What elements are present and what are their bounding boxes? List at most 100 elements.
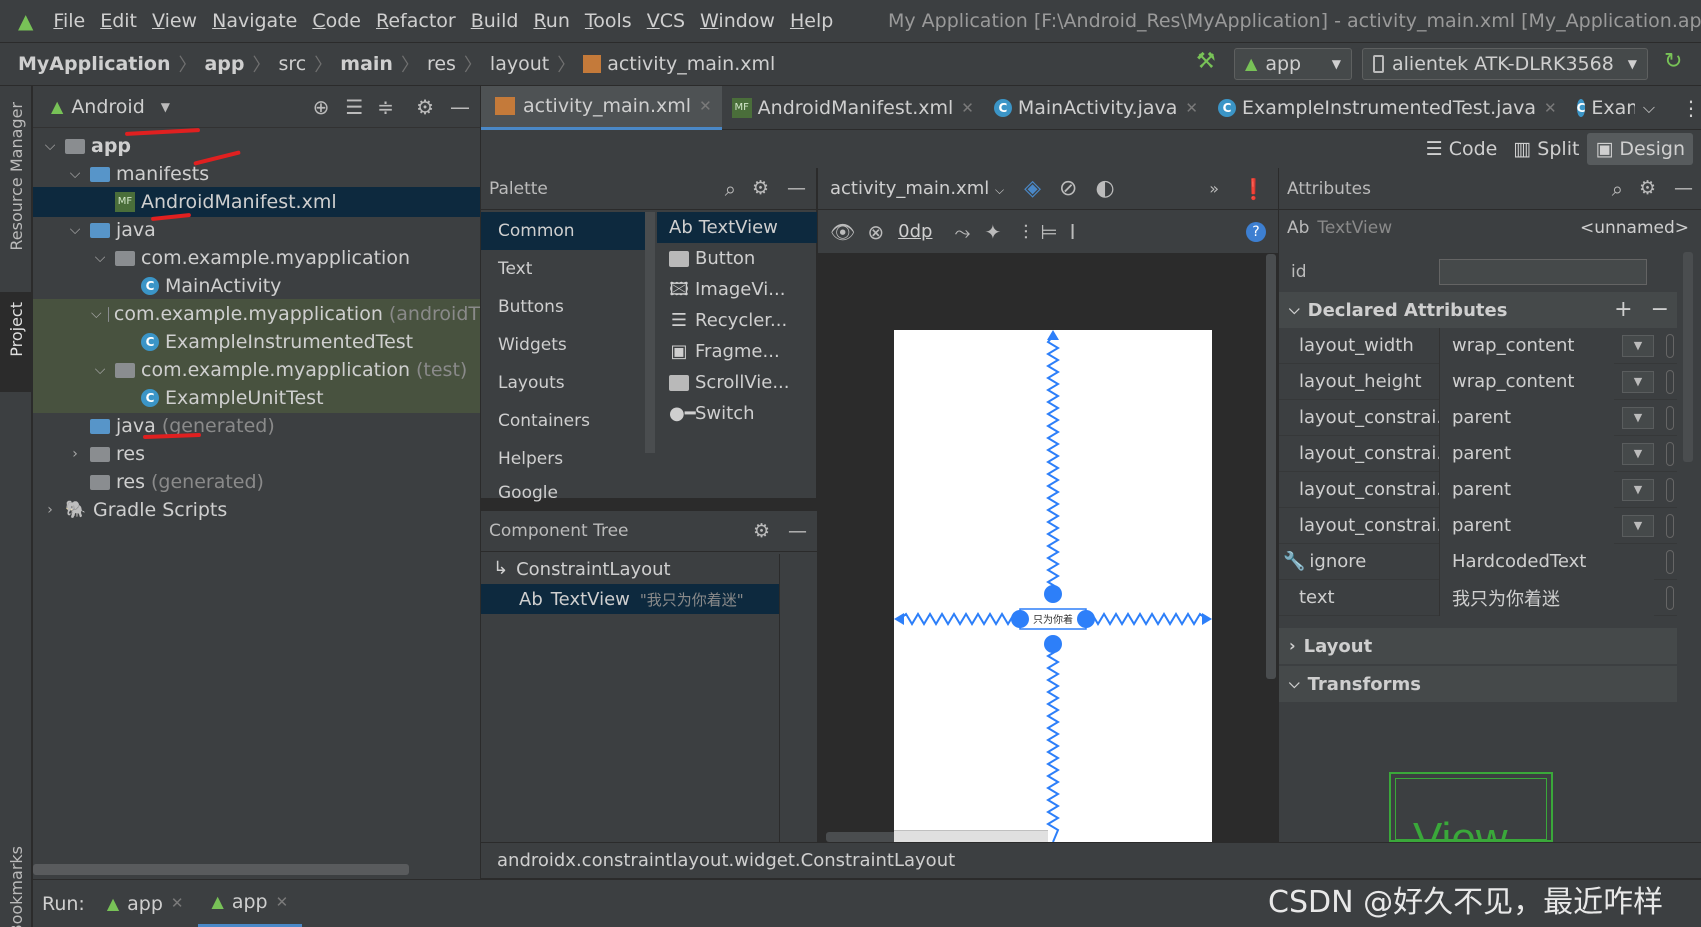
add-icon[interactable]: + [1614, 299, 1632, 321]
tree-item-exampleinstrumentedtest[interactable]: C ExampleInstrumentedTest [33, 327, 480, 357]
attribute-value[interactable]: parent [1439, 507, 1614, 544]
guidelines-icon[interactable]: ⫶ [1023, 222, 1028, 242]
align-icon[interactable]: ⊨ [1040, 222, 1057, 242]
attribute-value[interactable]: HardcodedText [1439, 543, 1654, 580]
top-anchor-handle[interactable] [1044, 585, 1062, 603]
component-tree-textview[interactable]: Ab TextView "我只为你着迷" [481, 584, 780, 614]
tree-item-package-androidtest[interactable]: ⌵ com.example.myapplication (androidT [33, 299, 480, 329]
palette-item-switch[interactable]: ●━ Switch [657, 398, 817, 429]
close-icon[interactable]: ✕ [171, 896, 184, 911]
attribute-row-ignore[interactable]: 🔧 ignore HardcodedText [1279, 543, 1677, 580]
overflow-icon[interactable]: » [1209, 180, 1219, 197]
palette-item-imageview[interactable]: 🖾 ImageVi... [657, 274, 817, 305]
tree-item-exampleunittest[interactable]: C ExampleUnitTest [33, 383, 480, 413]
horizontal-scrollbar[interactable] [33, 864, 409, 875]
tree-item-java[interactable]: ⌵ java [33, 215, 480, 245]
chevron-down-icon[interactable]: ▼ [161, 101, 170, 113]
menu-vcs[interactable]: VCS [647, 10, 685, 32]
menu-edit[interactable]: Edit [100, 10, 137, 32]
code-mode-button[interactable]: ☰ Code [1418, 133, 1506, 165]
clear-constraints-icon[interactable]: ⤳ [954, 222, 970, 242]
tree-item-package-main[interactable]: ⌵ com.example.myapplication [33, 243, 480, 273]
menu-navigate[interactable]: Navigate [212, 10, 297, 32]
run-tab-app-2[interactable]: ▲ app ✕ [197, 881, 303, 927]
tab-exampleinstrumentedtest[interactable]: C ExampleInstrumentedTest.java ✕ [1208, 86, 1567, 130]
device-preview[interactable]: 只为你着 [894, 330, 1212, 842]
palette-category-containers[interactable]: Containers [481, 402, 647, 440]
close-icon[interactable]: ✕ [961, 99, 974, 117]
attribute-row-constraint-1[interactable]: layout_constrai... parent ▼ [1279, 399, 1677, 436]
search-icon[interactable]: ⌕ [1612, 179, 1623, 199]
layout-section[interactable]: › Layout [1279, 628, 1677, 664]
layers-icon[interactable]: ◈ [1024, 177, 1041, 200]
menu-refactor[interactable]: Refactor [376, 10, 456, 32]
orientation-icon[interactable]: ⊘ [1059, 177, 1077, 200]
search-icon[interactable]: ⌕ [725, 179, 736, 199]
palette-item-fragment[interactable]: ▣ Fragme... [657, 336, 817, 367]
canvas-vertical-scrollbar[interactable] [1266, 254, 1276, 679]
tab-androidmanifest[interactable]: MF AndroidManifest.xml ✕ [722, 86, 984, 130]
palette-category-widgets[interactable]: Widgets [481, 326, 647, 364]
menu-view[interactable]: View [152, 10, 197, 32]
project-view-mode[interactable]: Android [71, 96, 144, 118]
design-mode-button[interactable]: ▣ Design [1587, 133, 1693, 165]
gear-icon[interactable]: ⚙ [416, 97, 434, 117]
split-mode-button[interactable]: ▥ Split [1505, 133, 1587, 165]
close-icon[interactable]: ✕ [699, 97, 712, 115]
palette-item-recyclerview[interactable]: ☰ Recycler... [657, 305, 817, 336]
palette-item-button[interactable]: Button [657, 243, 817, 274]
component-path-text[interactable]: androidx.constraintlayout.widget.Constra… [497, 850, 955, 871]
tree-item-package-test[interactable]: ⌵ com.example.myapplication (test) [33, 355, 480, 385]
tab-activity-main[interactable]: activity_main.xml ✕ [481, 85, 722, 130]
palette-item-scrollview[interactable]: ScrollVie... [657, 367, 817, 398]
attribute-row-text[interactable]: text 我只为你着迷 [1279, 579, 1677, 616]
crumb-module[interactable]: app [204, 53, 244, 75]
palette-category-google[interactable]: Google [481, 478, 647, 508]
menu-build[interactable]: Build [471, 10, 519, 32]
chevron-down-icon[interactable]: ▼ [1622, 370, 1654, 393]
resource-picker-icon[interactable] [1666, 513, 1674, 538]
menu-window[interactable]: Window [700, 10, 775, 32]
gear-icon[interactable]: ⚙ [1639, 179, 1656, 198]
chevron-down-icon[interactable]: ▼ [1622, 478, 1654, 501]
hide-icon[interactable]: — [450, 97, 470, 117]
palette-divider-scrollbar[interactable] [645, 212, 655, 453]
tree-item-java-generated[interactable]: java (generated) [33, 411, 480, 441]
crumb-main[interactable]: main [340, 53, 393, 75]
resource-picker-icon[interactable] [1666, 369, 1674, 394]
attribute-value[interactable]: wrap_content [1439, 327, 1614, 364]
tree-item-res-generated[interactable]: res (generated) [33, 467, 480, 497]
attribute-row-constraint-4[interactable]: layout_constrai... parent ▼ [1279, 507, 1677, 544]
chevron-down-icon[interactable]: ▼ [1622, 442, 1654, 465]
chevron-down-icon[interactable]: ⌵ [66, 166, 84, 182]
bookmarks-tab[interactable]: Bookmarks [7, 846, 26, 927]
transforms-section[interactable]: ⌵ Transforms [1279, 666, 1677, 702]
attribute-row-layout-height[interactable]: layout_height wrap_content ▼ [1279, 363, 1677, 400]
resource-picker-icon[interactable] [1666, 477, 1674, 502]
attribute-id-input[interactable] [1439, 259, 1647, 285]
palette-category-text[interactable]: Text [481, 250, 647, 288]
menu-code[interactable]: Code [312, 10, 361, 32]
resource-picker-icon[interactable] [1666, 441, 1674, 466]
chevron-down-icon[interactable]: ▼ [1622, 334, 1654, 357]
attribute-row-constraint-3[interactable]: layout_constrai... parent ▼ [1279, 471, 1677, 508]
magic-wand-icon[interactable]: ✦ [984, 222, 1001, 242]
locate-icon[interactable]: ⊕ [313, 97, 330, 117]
palette-category-layouts[interactable]: Layouts [481, 364, 647, 402]
chevron-down-icon[interactable]: ⌵ [1643, 99, 1655, 116]
hide-icon[interactable]: — [1674, 179, 1693, 198]
palette-category-helpers[interactable]: Helpers [481, 440, 647, 478]
tree-item-app[interactable]: ⌵ app [33, 131, 480, 161]
attribute-value[interactable]: parent [1439, 435, 1614, 472]
project-tab[interactable]: Project [0, 292, 32, 392]
tree-item-mainactivity[interactable]: C MainActivity [33, 271, 480, 301]
palette-item-textview[interactable]: Ab TextView [657, 212, 817, 243]
run-tab-app-1[interactable]: ▲ app ✕ [93, 881, 198, 927]
build-hammer-icon[interactable]: ⚒ [1196, 51, 1216, 73]
hide-icon[interactable]: — [787, 179, 806, 198]
chevron-down-icon[interactable]: ▼ [1622, 406, 1654, 429]
chevron-down-icon[interactable]: ⌵ [91, 306, 102, 322]
chevron-right-icon[interactable]: › [66, 446, 84, 462]
menu-tools[interactable]: Tools [585, 10, 632, 32]
resource-picker-icon[interactable] [1666, 333, 1674, 358]
